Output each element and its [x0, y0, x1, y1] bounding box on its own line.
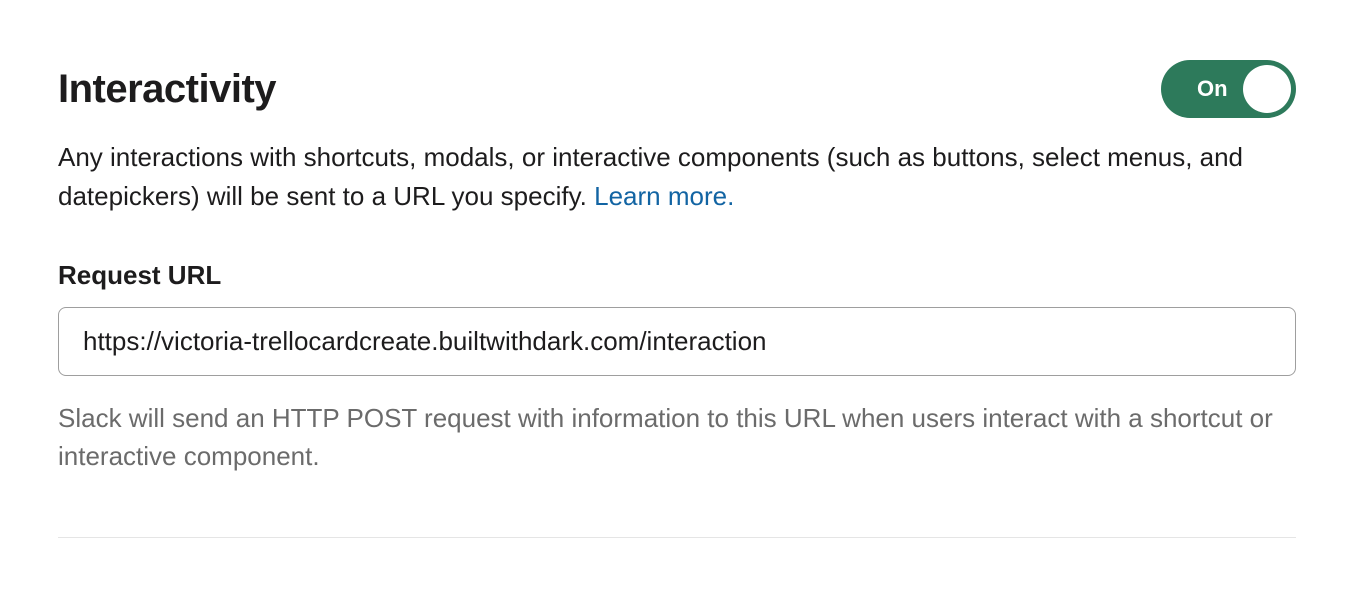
toggle-knob [1243, 65, 1291, 113]
request-url-label: Request URL [58, 260, 1296, 291]
learn-more-link[interactable]: Learn more. [594, 181, 734, 211]
request-url-help-text: Slack will send an HTTP POST request wit… [58, 400, 1296, 475]
toggle-state-label: On [1197, 76, 1228, 102]
section-divider [58, 537, 1296, 538]
section-title: Interactivity [58, 67, 276, 112]
request-url-input[interactable] [58, 307, 1296, 376]
interactivity-toggle[interactable]: On [1161, 60, 1296, 118]
section-description: Any interactions with shortcuts, modals,… [58, 138, 1296, 216]
